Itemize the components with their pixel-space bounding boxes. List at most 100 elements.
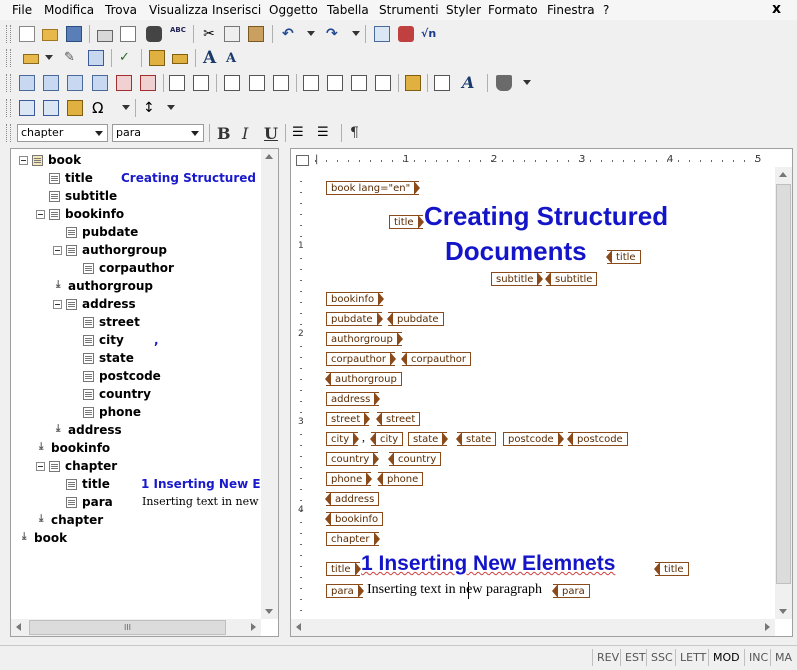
- toolbar-grip[interactable]: [6, 99, 11, 117]
- paste-icon[interactable]: [248, 26, 264, 42]
- undo-icon[interactable]: ↶: [282, 26, 298, 42]
- document-horizontal-scrollbar[interactable]: [291, 619, 775, 636]
- scroll-right-icon[interactable]: [251, 623, 256, 631]
- underline-button[interactable]: U: [264, 124, 278, 143]
- collapse-toggle-icon[interactable]: [36, 462, 45, 471]
- character-style-icon[interactable]: A: [462, 75, 478, 91]
- end-tag-authorgroup[interactable]: authorgroup: [325, 372, 402, 386]
- tree-node-title[interactable]: title 1 Inserting New Elen: [11, 476, 261, 494]
- menu-help[interactable]: ?: [603, 3, 609, 17]
- binoculars-icon[interactable]: [146, 26, 162, 42]
- scroll-down-icon[interactable]: [779, 609, 787, 614]
- tree-node-postcode[interactable]: postcode: [11, 368, 261, 386]
- scroll-left-icon[interactable]: [16, 623, 21, 631]
- menu-formato[interactable]: Formato: [488, 3, 538, 17]
- start-tag-book[interactable]: book lang="en": [326, 181, 421, 195]
- tree-node-corpauthor[interactable]: corpauthor: [11, 260, 261, 278]
- end-tag-pubdate[interactable]: pubdate: [387, 312, 444, 326]
- menu-tabella[interactable]: Tabella: [327, 3, 369, 17]
- split-cells-icon[interactable]: [193, 75, 209, 91]
- start-tag-state[interactable]: state: [408, 432, 449, 446]
- copy-icon[interactable]: [224, 26, 240, 42]
- tree-node-authorgroup[interactable]: ⤓ authorgroup: [11, 278, 261, 296]
- document-canvas[interactable]: book lang="en" title Creating Structured Do…: [291, 149, 771, 609]
- sqrt-equation-icon[interactable]: √n: [421, 26, 443, 42]
- menu-strumenti[interactable]: Strumenti: [379, 3, 439, 17]
- spellcheck-icon[interactable]: ABC: [170, 26, 186, 42]
- align-center-icon[interactable]: [327, 75, 343, 91]
- insert-row-above-icon[interactable]: [19, 75, 35, 91]
- end-tag-phone[interactable]: phone: [376, 472, 424, 486]
- fill-color-dropdown-icon[interactable]: [523, 80, 531, 85]
- menu-inserisci[interactable]: Inserisci: [212, 3, 261, 17]
- show-paragraph-marks-button[interactable]: ¶: [350, 125, 359, 141]
- align-left-icon[interactable]: [303, 75, 319, 91]
- font-smaller-icon[interactable]: A: [226, 50, 242, 66]
- edit-tag-icon[interactable]: ✎: [64, 50, 80, 66]
- attribute-icon[interactable]: [149, 50, 165, 66]
- line-spacing-dropdown-icon[interactable]: [167, 105, 175, 110]
- menu-oggetto[interactable]: Oggetto: [269, 3, 318, 17]
- start-tag-pubdate[interactable]: pubdate: [326, 312, 383, 326]
- start-tag-title[interactable]: title: [326, 562, 361, 576]
- cut-icon[interactable]: ✂: [201, 26, 217, 42]
- end-tag-address[interactable]: address: [324, 492, 380, 506]
- menu-modifica[interactable]: Modifica: [44, 3, 94, 17]
- insert-element-icon[interactable]: [23, 54, 39, 64]
- tree-horizontal-scrollbar[interactable]: III: [11, 619, 261, 636]
- menu-trova[interactable]: Trova: [105, 3, 137, 17]
- redo-icon[interactable]: ↷: [326, 26, 342, 42]
- start-tag-title[interactable]: title: [389, 215, 424, 229]
- omega-special-char-icon[interactable]: Ω: [92, 100, 110, 117]
- insert-column-left-icon[interactable]: [67, 75, 83, 91]
- insert-image-icon[interactable]: [398, 26, 414, 42]
- end-tag-corpauthor[interactable]: corpauthor: [400, 352, 472, 366]
- tree-node-bookinfo[interactable]: ⤓ bookinfo: [11, 440, 261, 458]
- collapse-toggle-icon[interactable]: [53, 246, 62, 255]
- scroll-left-icon[interactable]: [296, 623, 301, 631]
- open-folder-icon[interactable]: [42, 29, 58, 41]
- start-tag-para[interactable]: para: [326, 584, 364, 598]
- menu-visualizza[interactable]: Visualizza: [149, 3, 208, 17]
- tree-node-address[interactable]: ⤓ address: [11, 422, 261, 440]
- cell-properties-icon[interactable]: [405, 75, 421, 91]
- print-preview-icon[interactable]: [120, 26, 136, 42]
- tree-hscroll-thumb[interactable]: III: [29, 620, 226, 635]
- end-tag-street[interactable]: street: [375, 412, 421, 426]
- merge-cells-icon[interactable]: [169, 75, 185, 91]
- bullet-list-icon[interactable]: ☰: [317, 126, 333, 142]
- tree-node-bookinfo[interactable]: bookinfo: [11, 206, 261, 224]
- tree-node-street[interactable]: street: [11, 314, 261, 332]
- end-tag-country[interactable]: country: [387, 452, 442, 466]
- insert-column-right-icon[interactable]: [92, 75, 108, 91]
- toolbar-grip[interactable]: [6, 49, 11, 67]
- tree-node-phone[interactable]: phone: [11, 404, 261, 422]
- menu-file[interactable]: File: [12, 3, 32, 17]
- start-tag-chapter[interactable]: chapter: [326, 532, 379, 546]
- tree-node-state[interactable]: state: [11, 350, 261, 368]
- collapse-toggle-icon[interactable]: [53, 300, 62, 309]
- end-tag-subtitle[interactable]: subtitle: [544, 272, 598, 286]
- start-tag-address[interactable]: address: [326, 392, 381, 406]
- insert-row-below-icon[interactable]: [43, 75, 59, 91]
- scroll-right-icon[interactable]: [765, 623, 770, 631]
- toolbar-grip[interactable]: [6, 124, 11, 142]
- valign-middle-icon[interactable]: [249, 75, 265, 91]
- table-icon[interactable]: [374, 26, 390, 42]
- scroll-up-icon[interactable]: [779, 172, 787, 177]
- line-spacing-icon[interactable]: ↕: [143, 100, 159, 116]
- collapse-toggle-icon[interactable]: [19, 156, 28, 165]
- style-select[interactable]: para: [112, 124, 204, 142]
- redo-dropdown-icon[interactable]: [352, 31, 360, 36]
- document-vscroll-thumb[interactable]: [776, 184, 791, 584]
- table-properties-icon[interactable]: [434, 75, 450, 91]
- toolbar-grip[interactable]: [6, 74, 11, 92]
- tree-node-chapter[interactable]: ⤓ chapter: [11, 512, 261, 530]
- tree-node-address[interactable]: address: [11, 296, 261, 314]
- tree-node-subtitle[interactable]: subtitle: [11, 188, 261, 206]
- undo-dropdown-icon[interactable]: [307, 31, 315, 36]
- insert-marker-icon[interactable]: [67, 100, 83, 116]
- scroll-up-icon[interactable]: [265, 154, 273, 159]
- end-tag-para[interactable]: para: [552, 584, 590, 598]
- tree-node-title[interactable]: title Creating Structured Doc: [11, 170, 261, 188]
